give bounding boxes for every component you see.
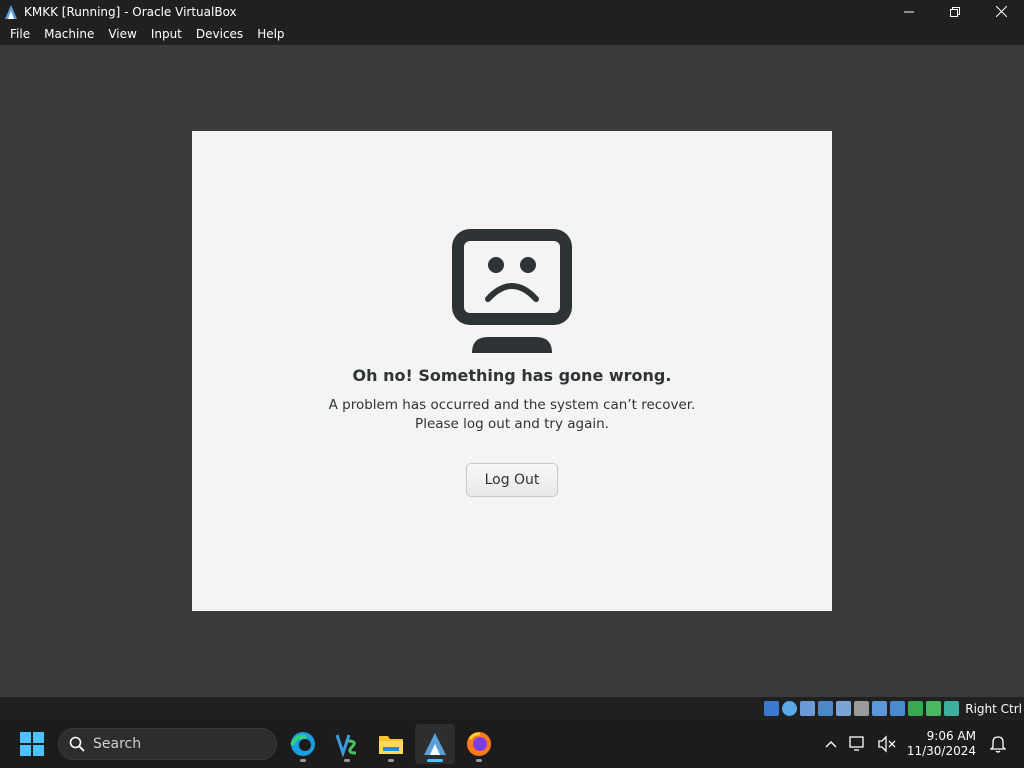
menu-file[interactable]: File	[3, 23, 37, 45]
keyboard-capture-icon[interactable]	[944, 701, 960, 716]
restore-icon	[950, 6, 960, 17]
taskbar: Search 9:06 AM 11/30/2024	[0, 720, 1024, 768]
hard-disk-icon[interactable]	[764, 701, 780, 716]
network-icon[interactable]	[818, 701, 834, 716]
sad-computer-icon	[452, 229, 572, 353]
search-icon	[69, 736, 85, 752]
speaker-muted-icon	[878, 735, 896, 753]
app-icon	[335, 734, 357, 757]
menu-view[interactable]: View	[101, 23, 143, 45]
bell-icon	[990, 736, 1006, 753]
chevron-up-icon	[825, 741, 837, 748]
menu-machine[interactable]: Machine	[37, 23, 101, 45]
close-button[interactable]	[978, 0, 1024, 23]
menu-bar: File Machine View Input Devices Help	[0, 23, 1024, 45]
cpu-icon[interactable]	[908, 701, 924, 716]
usb-icon[interactable]	[836, 701, 852, 716]
virtualbox-icon	[5, 4, 17, 19]
audio-icon[interactable]	[800, 701, 816, 716]
mouse-integration-icon[interactable]	[926, 701, 942, 716]
clock-time: 9:06 AM	[926, 729, 976, 743]
error-headline: Oh no! Something has gone wrong.	[352, 366, 672, 385]
optical-drive-icon[interactable]	[782, 701, 798, 716]
error-message-line1: A problem has occurred and the system ca…	[328, 397, 696, 413]
error-dialog: Oh no! Something has gone wrong. A probl…	[192, 131, 832, 611]
host-key-label: Right Ctrl	[965, 701, 1022, 716]
taskbar-virtualbox[interactable]	[415, 724, 455, 764]
error-message-line2: Please log out and try again.	[415, 416, 609, 432]
menu-input[interactable]: Input	[144, 23, 189, 45]
system-tray: 9:06 AM 11/30/2024	[817, 720, 1024, 768]
folder-icon	[379, 736, 403, 754]
menu-devices[interactable]: Devices	[189, 23, 250, 45]
taskbar-vscode-app[interactable]	[327, 724, 367, 764]
shared-folders-icon[interactable]	[854, 701, 870, 716]
guest-display: Oh no! Something has gone wrong. A probl…	[0, 45, 1024, 697]
minimize-button[interactable]	[886, 0, 932, 23]
display-icon[interactable]	[872, 701, 888, 716]
network-icon	[849, 736, 864, 751]
windows-logo-icon	[20, 732, 31, 743]
taskbar-edge[interactable]	[283, 724, 323, 764]
virtualbox-icon	[424, 733, 446, 755]
edge-icon	[290, 732, 315, 756]
clock[interactable]: 9:06 AM 11/30/2024	[907, 729, 976, 759]
log-out-button[interactable]: Log Out	[466, 463, 558, 497]
show-hidden-icons-button[interactable]	[819, 732, 843, 756]
notifications-button[interactable]	[986, 732, 1010, 756]
recording-icon[interactable]	[890, 701, 906, 716]
taskbar-file-explorer[interactable]	[371, 724, 411, 764]
start-button[interactable]	[20, 732, 44, 756]
network-status-button[interactable]	[847, 732, 871, 756]
vm-status-bar: Right Ctrl	[0, 697, 1024, 720]
restore-button[interactable]	[932, 0, 978, 23]
window-titlebar: KMKK [Running] - Oracle VirtualBox	[0, 0, 1024, 23]
taskbar-firefox[interactable]	[459, 724, 499, 764]
volume-muted-button[interactable]	[875, 732, 899, 756]
firefox-icon	[467, 732, 491, 756]
clock-date: 11/30/2024	[906, 744, 976, 758]
window-title: KMKK [Running] - Oracle VirtualBox	[24, 4, 237, 19]
search-box[interactable]: Search	[58, 728, 277, 760]
search-label: Search	[93, 736, 142, 752]
minimize-icon	[904, 11, 914, 12]
menu-help[interactable]: Help	[250, 23, 291, 45]
close-icon	[995, 6, 1007, 17]
